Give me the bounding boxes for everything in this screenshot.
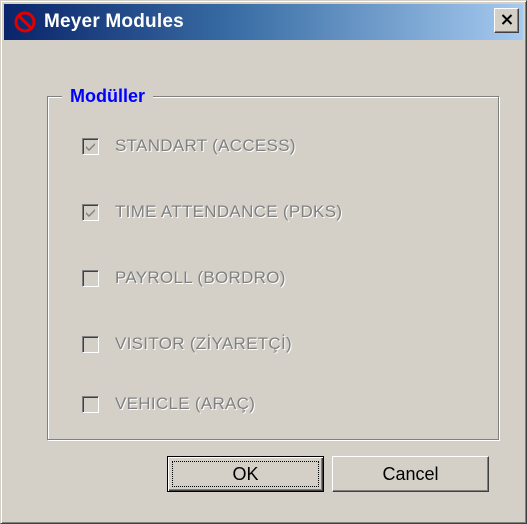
checkbox-box[interactable] [82, 335, 99, 353]
dialog-window: Meyer Modules Modüller STANDART (ACCESS) [0, 0, 527, 524]
module-checkbox-vehicle[interactable]: VEHICLE (ARAÇ) [82, 391, 255, 417]
close-icon [501, 12, 513, 30]
module-checkbox-payroll[interactable]: PAYROLL (BORDRO) [82, 265, 286, 291]
ok-button[interactable]: OK [167, 456, 324, 492]
checkbox-box[interactable] [82, 203, 99, 221]
module-label: VEHICLE (ARAÇ) [115, 394, 256, 413]
check-icon [86, 142, 95, 151]
cancel-button[interactable]: Cancel [332, 456, 489, 492]
modules-groupbox: Modüller STANDART (ACCESS) TIME ATTENDAN… [47, 85, 499, 440]
module-label: PAYROLL (BORDRO) [115, 268, 286, 287]
module-checkbox-standart[interactable]: STANDART (ACCESS) [82, 133, 296, 159]
groupbox-legend: Modüller [62, 85, 153, 107]
ok-button-label: OK [232, 463, 259, 484]
module-checkbox-visitor[interactable]: VISITOR (ZİYARETÇİ) [82, 331, 292, 357]
check-icon [86, 208, 95, 217]
window-title: Meyer Modules [44, 11, 184, 32]
checkbox-box[interactable] [82, 395, 99, 413]
checkbox-box[interactable] [82, 269, 99, 287]
title-bar[interactable]: Meyer Modules [4, 4, 523, 40]
module-label: VISITOR (ZİYARETÇİ) [115, 334, 292, 353]
module-label: TIME ATTENDANCE (PDKS) [115, 202, 343, 221]
cancel-button-label: Cancel [382, 463, 439, 484]
checkbox-box[interactable] [82, 137, 99, 155]
close-button[interactable] [494, 8, 519, 33]
prohibited-icon [12, 9, 38, 35]
module-label: STANDART (ACCESS) [115, 136, 296, 155]
module-checkbox-time-attendance[interactable]: TIME ATTENDANCE (PDKS) [82, 199, 342, 225]
